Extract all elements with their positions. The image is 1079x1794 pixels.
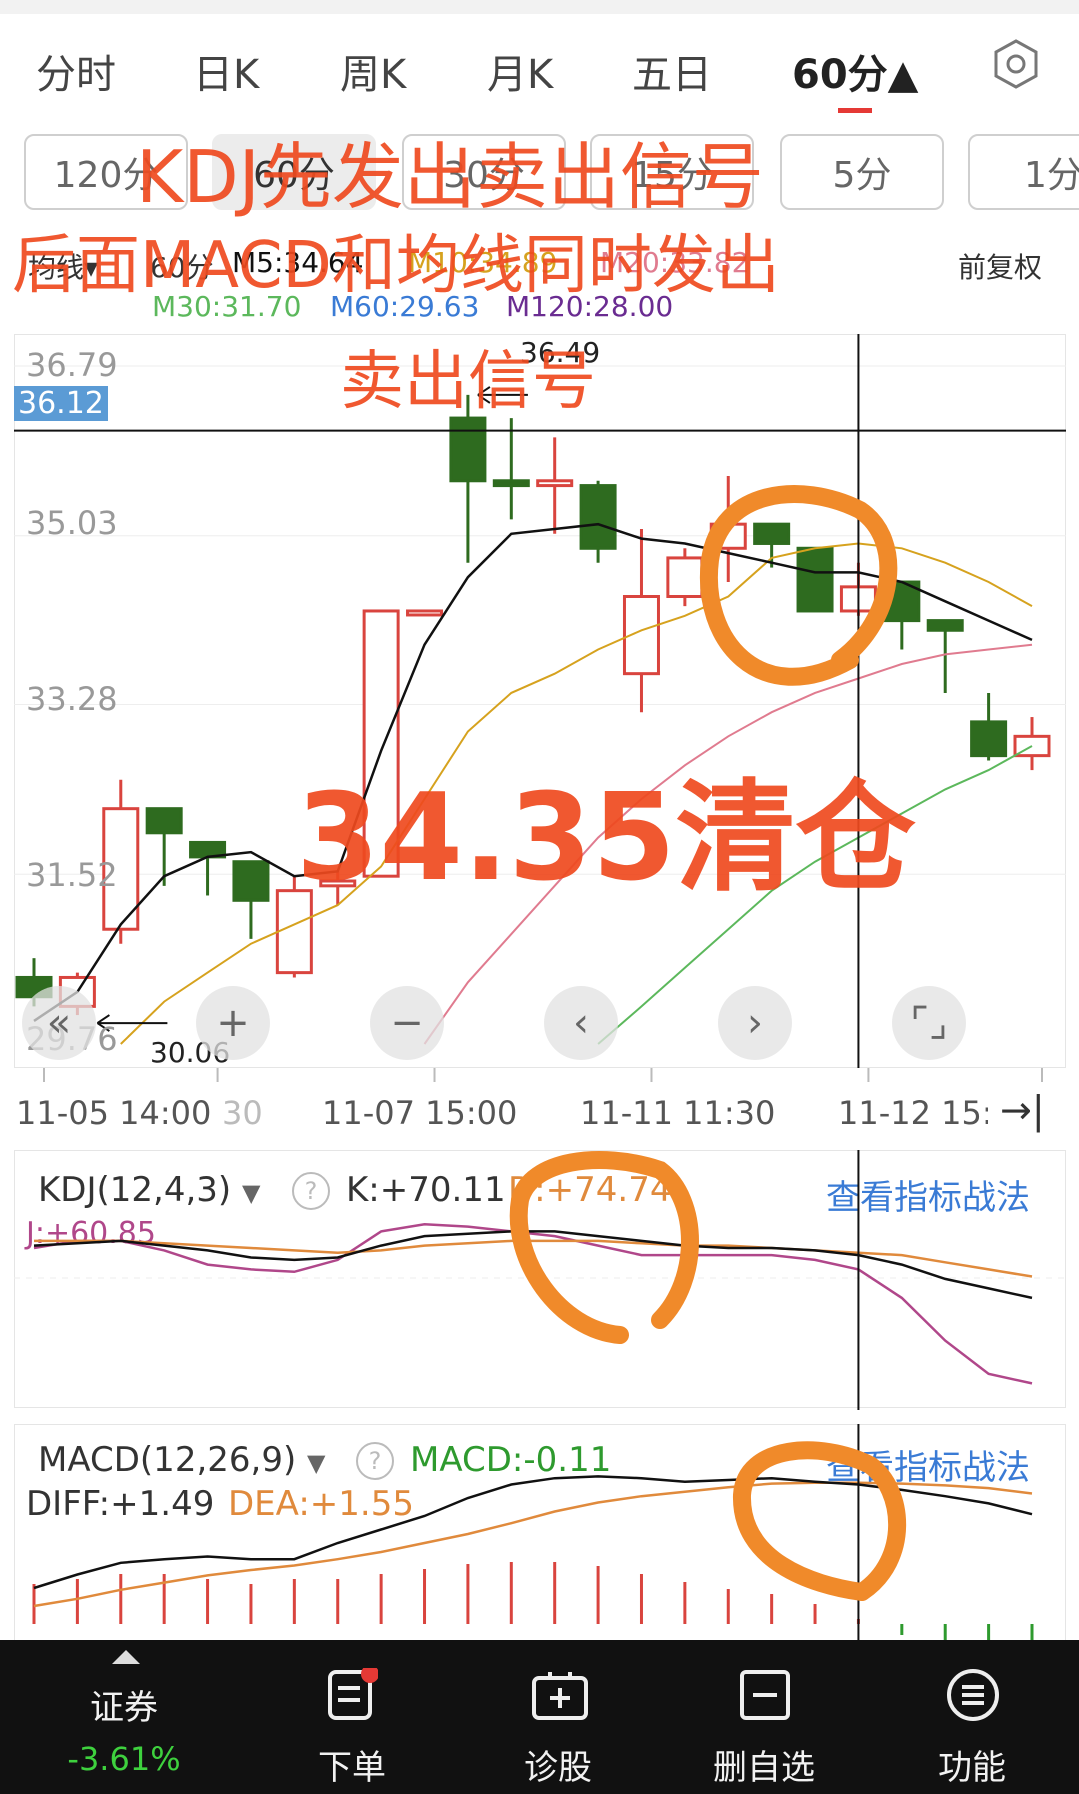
annotation-circles <box>509 485 907 1601</box>
nav-securities[interactable]: 证券 -3.61% <box>24 1640 224 1794</box>
circle-ma-cross <box>699 485 898 686</box>
menu-circle-icon <box>947 1669 999 1721</box>
nav-securities-change: -3.61% <box>67 1740 181 1778</box>
bottom-nav-bar: 证券 -3.61% 下单 诊股 删自选 功能 <box>0 1640 1079 1794</box>
circle-kdj-cross <box>509 1151 699 1344</box>
remove-watchlist-icon <box>740 1670 790 1720</box>
nav-securities-label: 证券 <box>90 1688 158 1728</box>
order-doc-icon <box>328 1668 378 1720</box>
up-triangle-icon <box>112 1650 140 1664</box>
nav-remove-watchlist-label: 删自选 <box>713 1748 815 1788</box>
nav-diagnose-label: 诊股 <box>524 1748 592 1788</box>
nav-functions-label: 功能 <box>938 1748 1006 1788</box>
nav-order-label: 下单 <box>318 1748 386 1788</box>
nav-remove-watchlist[interactable]: 删自选 <box>664 1640 864 1794</box>
nav-diagnose[interactable]: 诊股 <box>458 1640 658 1794</box>
nav-order[interactable]: 下单 <box>252 1640 452 1794</box>
circle-macd-cross <box>732 1441 907 1601</box>
diagnose-icon <box>532 1672 588 1720</box>
nav-functions[interactable]: 功能 <box>872 1640 1072 1794</box>
